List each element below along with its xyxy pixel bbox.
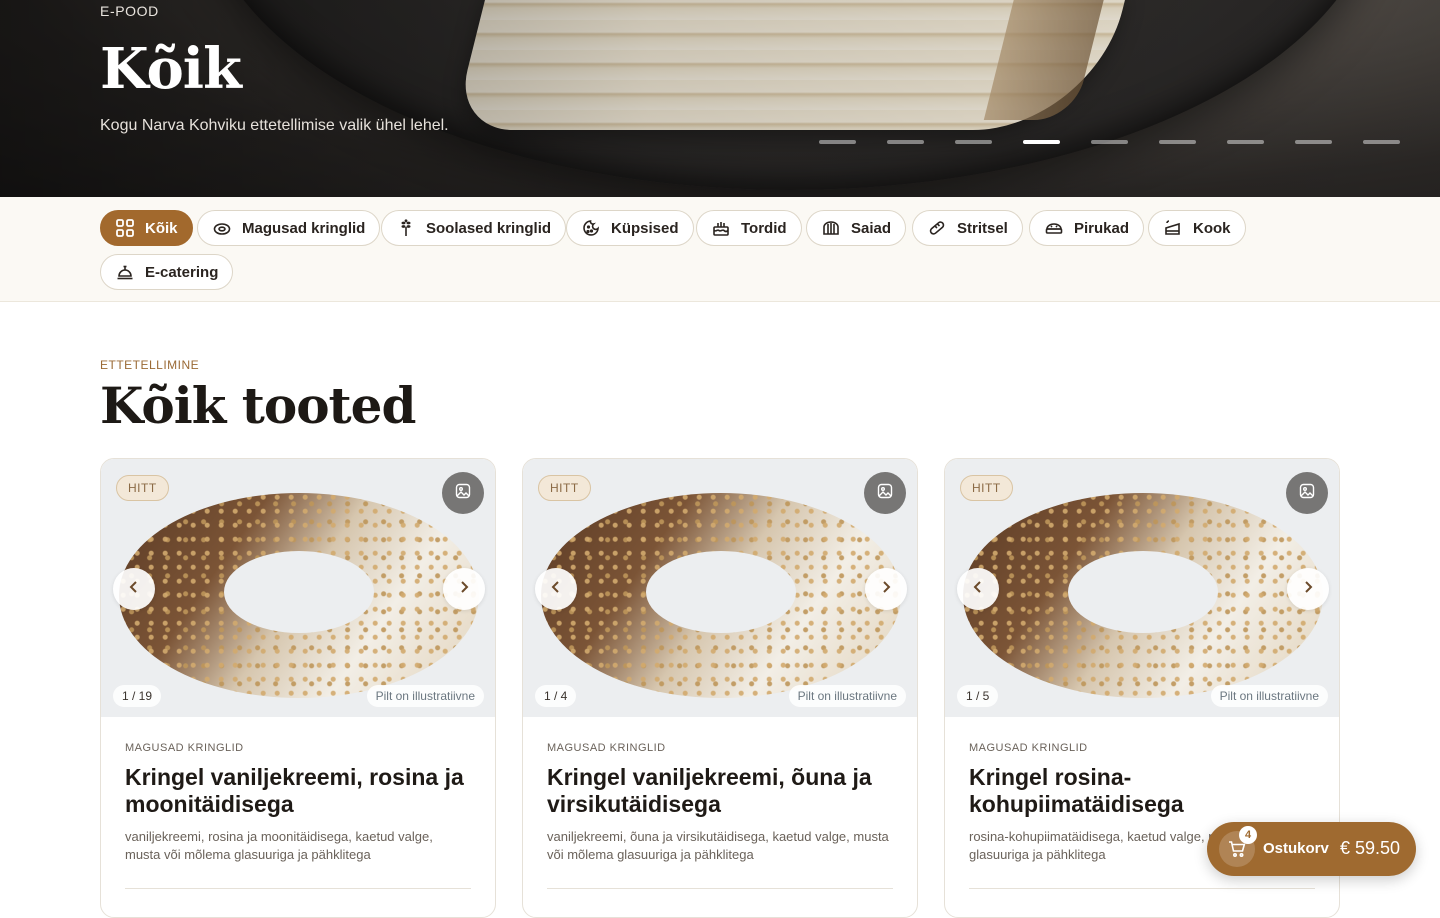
- hitt-badge: HITT: [116, 475, 169, 501]
- product-image: HITT 1 / 4 Pilt on illustratiivne: [523, 459, 917, 717]
- cloche-icon: [115, 262, 135, 282]
- hitt-badge: HITT: [538, 475, 591, 501]
- category-chip-label: Soolased kringlid: [426, 219, 552, 237]
- carousel-indicator[interactable]: [1295, 140, 1332, 144]
- product-category: MAGUSAD KRINGLID: [125, 742, 244, 754]
- product-description: vaniljekreemi, õuna ja virsikutäidisega,…: [547, 829, 889, 862]
- illustrative-note: Pilt on illustratiivne: [366, 685, 484, 707]
- category-chip-label: Stritsel: [957, 219, 1008, 237]
- category-chip-kook[interactable]: Kook: [1148, 210, 1246, 246]
- bread-icon: [821, 218, 841, 238]
- category-chip-tordid[interactable]: Tordid: [696, 210, 802, 246]
- chevron-left-icon: [971, 580, 985, 599]
- page-title: Kõik: [100, 36, 242, 102]
- cart-label: Ostukorv: [1263, 840, 1329, 857]
- image-next-button[interactable]: [1287, 568, 1329, 610]
- hero-subtitle: Kogu Narva Kohviku ettetellimise valik ü…: [100, 117, 449, 134]
- image-next-button[interactable]: [443, 568, 485, 610]
- illustrative-note: Pilt on illustratiivne: [1210, 685, 1328, 707]
- divider: [547, 888, 893, 889]
- image-prev-button[interactable]: [113, 568, 155, 610]
- carousel-indicator[interactable]: [1091, 140, 1128, 144]
- category-chip-label: Saiad: [851, 219, 892, 237]
- gallery-button[interactable]: [442, 472, 484, 514]
- image-next-button[interactable]: [865, 568, 907, 610]
- product-category: MAGUSAD KRINGLID: [969, 742, 1088, 754]
- category-chip-koik[interactable]: Kõik: [100, 210, 193, 246]
- product-card[interactable]: HITT 1 / 19 Pilt on illustratiivne MAGUS…: [100, 458, 496, 918]
- carousel-indicator[interactable]: [1227, 140, 1264, 144]
- kringel-image: [963, 493, 1323, 698]
- image-icon: [1299, 483, 1315, 504]
- illustrative-note: Pilt on illustratiivne: [788, 685, 906, 707]
- category-chip-kupsised[interactable]: Küpsised: [566, 210, 694, 246]
- hero-banner: E-POOD Kõik Kogu Narva Kohviku ettetelli…: [0, 0, 1440, 197]
- kringel-image: [541, 493, 901, 698]
- kringel-image: [119, 493, 479, 698]
- image-counter: 1 / 5: [957, 685, 999, 707]
- chevron-right-icon: [1301, 580, 1315, 599]
- carousel-indicator-active[interactable]: [1023, 140, 1060, 144]
- image-counter: 1 / 4: [535, 685, 577, 707]
- product-title[interactable]: Kringel rosina-kohupiimatäidisega: [969, 764, 1319, 818]
- hitt-badge: HITT: [960, 475, 1013, 501]
- chevron-left-icon: [127, 580, 141, 599]
- product-category: MAGUSAD KRINGLID: [547, 742, 666, 754]
- image-prev-button[interactable]: [535, 568, 577, 610]
- category-chip-soolased-kringlid[interactable]: Soolased kringlid: [381, 210, 567, 246]
- product-image: HITT 1 / 19 Pilt on illustratiivne: [101, 459, 495, 717]
- product-title[interactable]: Kringel vaniljekreemi, rosina ja moonitä…: [125, 764, 475, 818]
- category-filter-bar: Kõik Magusad kringlid Soolased kringlid …: [0, 197, 1440, 302]
- gallery-button[interactable]: [864, 472, 906, 514]
- sweet-pretzel-icon: [212, 218, 232, 238]
- product-title[interactable]: Kringel vaniljekreemi, õuna ja virsikutä…: [547, 764, 897, 818]
- carousel-indicator[interactable]: [955, 140, 992, 144]
- category-chip-stritsel[interactable]: Stritsel: [912, 210, 1023, 246]
- cookie-icon: [581, 218, 601, 238]
- product-description: vaniljekreemi, rosina ja moonitäidisega,…: [125, 829, 433, 862]
- image-icon: [455, 483, 471, 504]
- gallery-button[interactable]: [1286, 472, 1328, 514]
- category-chip-pirukad[interactable]: Pirukad: [1029, 210, 1145, 246]
- image-prev-button[interactable]: [957, 568, 999, 610]
- category-chip-e-catering[interactable]: E-catering: [100, 254, 234, 290]
- carousel-indicator[interactable]: [819, 140, 856, 144]
- chevron-left-icon: [549, 580, 563, 599]
- category-chip-label: Kook: [1193, 219, 1231, 237]
- category-chip-label: E-catering: [145, 263, 219, 281]
- section-eyebrow: ETTETELLIMINE: [100, 358, 200, 372]
- category-chip-saiad[interactable]: Saiad: [806, 210, 907, 246]
- cake-icon: [711, 218, 731, 238]
- cake-slice-icon: [1163, 218, 1183, 238]
- cart-button[interactable]: 4 Ostukorv € 59.50: [1207, 822, 1416, 876]
- grid-icon: [115, 218, 135, 238]
- category-chip-label: Magusad kringlid: [242, 219, 366, 237]
- wheat-icon: [396, 218, 416, 238]
- divider: [125, 888, 471, 889]
- product-card[interactable]: HITT 1 / 4 Pilt on illustratiivne MAGUSA…: [522, 458, 918, 918]
- carousel-indicator[interactable]: [887, 140, 924, 144]
- chevron-right-icon: [879, 580, 893, 599]
- cart-total: € 59.50: [1340, 838, 1401, 858]
- category-chip-label: Tordid: [741, 219, 787, 237]
- category-chip-label: Küpsised: [611, 219, 679, 237]
- cart-count-badge: 4: [1239, 826, 1257, 844]
- divider: [969, 888, 1315, 889]
- carousel-indicators: [819, 140, 1400, 144]
- category-chip-magusad-kringlid[interactable]: Magusad kringlid: [197, 210, 381, 246]
- carousel-indicator[interactable]: [1363, 140, 1400, 144]
- section-title: Kõik tooted: [100, 376, 416, 435]
- image-counter: 1 / 19: [113, 685, 162, 707]
- image-icon: [877, 483, 893, 504]
- hero-eyebrow: E-POOD: [100, 3, 159, 19]
- pie-icon: [1044, 218, 1064, 238]
- stritsel-icon: [927, 218, 947, 238]
- category-chip-label: Kõik: [145, 219, 178, 237]
- product-image: HITT 1 / 5 Pilt on illustratiivne: [945, 459, 1339, 717]
- category-chip-label: Pirukad: [1074, 219, 1130, 237]
- carousel-indicator[interactable]: [1159, 140, 1196, 144]
- chevron-right-icon: [457, 580, 471, 599]
